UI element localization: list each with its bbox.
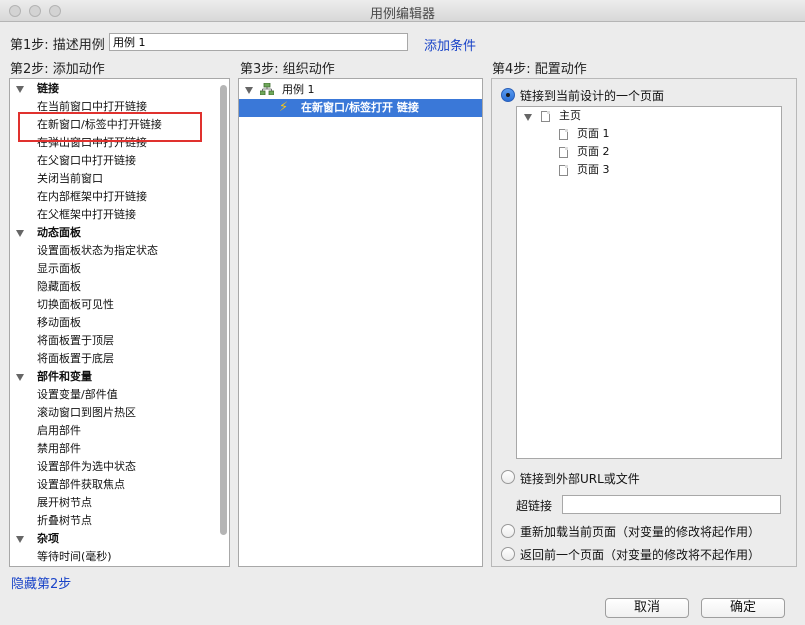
page-icon (559, 165, 568, 176)
page-tree-panel[interactable]: 主页 页面 1 页面 2 页面 3 (516, 106, 782, 459)
tree-page-3[interactable]: 页面 3 (577, 161, 781, 179)
link-external-radio[interactable] (501, 470, 515, 484)
collapse-home-icon[interactable] (524, 114, 532, 121)
reload-page-radio[interactable] (501, 524, 515, 538)
step1-label: 第1步: 描述用例 (10, 38, 105, 53)
action-item[interactable]: 设置面板状态为指定状态 (37, 242, 229, 260)
category-misc[interactable]: 杂项 (37, 530, 229, 548)
action-item[interactable]: 隐藏面板 (37, 278, 229, 296)
ok-button[interactable]: 确定 (701, 598, 785, 618)
cancel-button[interactable]: 取消 (605, 598, 689, 618)
action-item[interactable]: 设置部件为选中状态 (37, 458, 229, 476)
step4-label: 第4步: 配置动作 (492, 62, 587, 77)
page-icon (559, 129, 568, 140)
category-widgets-variables[interactable]: 部件和变量 (37, 368, 229, 386)
page-icon (559, 147, 568, 158)
tree-page-1[interactable]: 页面 1 (577, 125, 781, 143)
tree-root-home[interactable]: 主页 (559, 107, 781, 125)
go-back-radio[interactable] (501, 547, 515, 561)
link-current-page-label: 链接到当前设计的一个页面 (520, 89, 665, 103)
action-item[interactable]: 滚动窗口到图片热区 (37, 404, 229, 422)
selected-action-label: 在新窗口/标签打开 链接 (301, 101, 419, 114)
highlight-annotation-box (18, 112, 202, 142)
category-links[interactable]: 链接 (37, 80, 229, 98)
action-item[interactable]: 在父窗口中打开链接 (37, 152, 229, 170)
window-titlebar: 用例编辑器 (0, 0, 805, 22)
selected-action-row[interactable]: ⚡ 在新窗口/标签打开 链接 (239, 99, 482, 117)
lightning-icon: ⚡ (279, 100, 289, 115)
actions-list-panel[interactable]: 链接 在当前窗口中打开链接 在新窗口/标签中打开链接 在弹出窗口中打开链接 在父窗口中打… (9, 78, 230, 567)
action-item[interactable]: 展开树节点 (37, 494, 229, 512)
action-item[interactable]: 在内部框架中打开链接 (37, 188, 229, 206)
action-item[interactable]: 显示面板 (37, 260, 229, 278)
actions-list-scrollbar[interactable] (220, 85, 227, 535)
action-item[interactable]: 在父框架中打开链接 (37, 206, 229, 224)
action-item[interactable]: 关闭当前窗口 (37, 170, 229, 188)
action-item[interactable]: 等待时间(毫秒) (37, 548, 229, 566)
action-item[interactable]: 将面板置于底层 (37, 350, 229, 368)
step3-label: 第3步: 组织动作 (240, 62, 335, 77)
action-item[interactable]: 移动面板 (37, 314, 229, 332)
collapse-category-icon[interactable] (16, 230, 24, 237)
configure-action-panel: 链接到当前设计的一个页面 主页 页面 1 页面 2 页面 3 链接到外部URL或… (491, 78, 797, 567)
action-item[interactable]: 设置变量/部件值 (37, 386, 229, 404)
hyperlink-label: 超链接 (516, 499, 553, 513)
usecase-node-label[interactable]: 用例 1 (282, 81, 482, 99)
collapse-category-icon[interactable] (16, 86, 24, 93)
collapse-category-icon[interactable] (16, 374, 24, 381)
step2-label: 第2步: 添加动作 (10, 62, 105, 77)
go-back-label: 返回前一个页面（对变量的修改将不起作用） (520, 548, 761, 562)
organize-actions-panel[interactable]: 用例 1 ⚡ 在新窗口/标签打开 链接 (238, 78, 483, 567)
action-item[interactable]: 设置部件获取焦点 (37, 476, 229, 494)
add-condition-link[interactable]: 添加条件 (424, 35, 476, 54)
usecase-name-input[interactable] (109, 33, 408, 51)
action-item[interactable]: 启用部件 (37, 422, 229, 440)
collapse-usecase-icon[interactable] (245, 87, 253, 94)
hyperlink-input[interactable] (562, 495, 781, 514)
action-item[interactable]: 折叠树节点 (37, 512, 229, 530)
reload-page-label: 重新加载当前页面（对变量的修改将起作用） (520, 525, 761, 539)
link-current-page-radio[interactable] (501, 88, 515, 102)
action-item[interactable]: 切换面板可见性 (37, 296, 229, 314)
collapse-category-icon[interactable] (16, 536, 24, 543)
usecase-icon (259, 82, 275, 96)
link-external-label: 链接到外部URL或文件 (520, 472, 640, 486)
page-icon (541, 111, 550, 122)
tree-page-2[interactable]: 页面 2 (577, 143, 781, 161)
action-item[interactable]: 禁用部件 (37, 440, 229, 458)
category-dynamic-panels[interactable]: 动态面板 (37, 224, 229, 242)
hide-step2-link[interactable]: 隐藏第2步 (11, 573, 71, 592)
window-title: 用例编辑器 (369, 7, 435, 22)
action-item[interactable]: 将面板置于顶层 (37, 332, 229, 350)
